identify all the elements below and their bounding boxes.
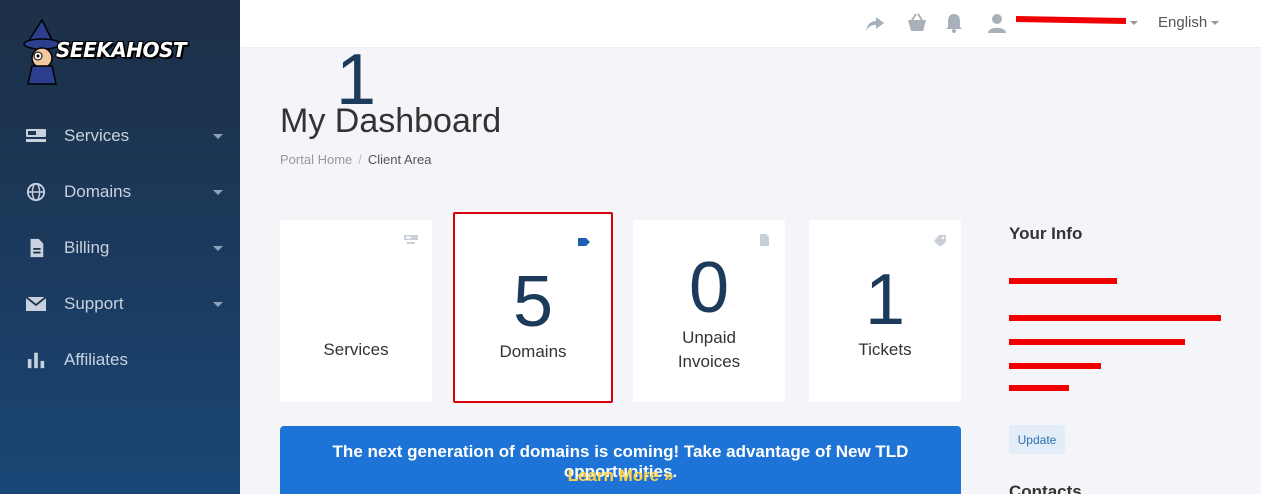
tile-label: Tickets bbox=[858, 340, 912, 359]
your-info-title: Your Info bbox=[1009, 224, 1083, 243]
sidebar-item-label: Affiliates bbox=[64, 350, 128, 369]
chevron-down-icon bbox=[213, 134, 223, 139]
sidebar-item-domains[interactable]: Domains bbox=[0, 170, 240, 214]
breadcrumb-portal-home[interactable]: Portal Home bbox=[280, 152, 352, 167]
redacted-username[interactable] bbox=[1015, 16, 1127, 24]
tile-services[interactable]: 1 Services bbox=[280, 44, 432, 402]
document-icon bbox=[30, 238, 44, 258]
stat-value: 1 bbox=[335, 40, 377, 120]
chevron-down-icon bbox=[213, 302, 223, 307]
share-icon[interactable] bbox=[864, 12, 886, 34]
promo-banner: The next generation of domains is coming… bbox=[280, 426, 961, 494]
redacted-info-line bbox=[1009, 385, 1069, 391]
tile-unpaid-invoices[interactable]: 0 Unpaid Invoices bbox=[633, 220, 785, 402]
tile-label-line-2: Invoices bbox=[677, 352, 741, 371]
server-icon bbox=[26, 129, 46, 142]
tile-label: Services bbox=[323, 340, 389, 359]
sidebar-item-label: Services bbox=[64, 126, 130, 145]
brand-name: SEEKAHOST bbox=[56, 38, 187, 62]
envelope-icon bbox=[25, 296, 47, 311]
sidebar-item-affiliates[interactable]: Affiliates bbox=[0, 338, 240, 382]
breadcrumb-client-area: Client Area bbox=[367, 152, 432, 167]
redacted-info-line bbox=[1009, 339, 1185, 345]
server-icon bbox=[404, 235, 418, 244]
tile-label: Domains bbox=[499, 342, 567, 361]
sidebar-item-support[interactable]: Support bbox=[0, 282, 240, 326]
redacted-info-line bbox=[1009, 363, 1101, 369]
chevron-down-icon bbox=[213, 246, 223, 251]
chevron-down-icon bbox=[1130, 21, 1138, 25]
chevron-down-icon bbox=[213, 190, 223, 195]
language-selector[interactable]: English bbox=[1158, 14, 1207, 31]
breadcrumb: Portal Home / Client Area bbox=[280, 152, 431, 167]
update-button[interactable]: Update bbox=[1009, 425, 1065, 454]
redacted-info-line bbox=[1009, 315, 1221, 321]
tile-tickets[interactable]: 1 Tickets bbox=[809, 220, 961, 402]
sidebar-item-label: Domains bbox=[64, 182, 132, 201]
sidebar-item-billing[interactable]: Billing bbox=[0, 226, 240, 270]
breadcrumb-separator: / bbox=[358, 152, 362, 167]
bell-icon[interactable] bbox=[943, 12, 965, 34]
ticket-icon bbox=[934, 235, 946, 246]
chevron-down-icon bbox=[1211, 21, 1219, 25]
brand-logo[interactable]: SEEKAHOST bbox=[22, 18, 192, 90]
sidebar: SEEKAHOST Services Domains Billing Suppo… bbox=[0, 0, 240, 494]
sidebar-item-label: Billing bbox=[64, 238, 110, 257]
stat-value: 5 bbox=[512, 262, 554, 342]
sidebar-item-label: Support bbox=[64, 294, 124, 313]
document-icon bbox=[760, 234, 769, 246]
stat-value: 0 bbox=[688, 248, 730, 328]
bar-chart-icon bbox=[27, 352, 45, 369]
basket-icon[interactable] bbox=[906, 12, 928, 34]
tag-icon bbox=[578, 238, 590, 246]
redacted-info-line bbox=[1009, 278, 1117, 284]
sidebar-item-services[interactable]: Services bbox=[0, 114, 240, 158]
learn-more-link[interactable]: Learn More » bbox=[280, 466, 961, 486]
top-bar: English bbox=[240, 0, 1261, 47]
stat-value: 1 bbox=[864, 260, 906, 340]
globe-icon bbox=[26, 182, 46, 202]
contacts-title: Contacts bbox=[1009, 482, 1082, 494]
user-icon[interactable] bbox=[986, 12, 1008, 34]
tile-domains[interactable]: 5 Domains bbox=[453, 212, 613, 403]
tile-label-line-1: Unpaid bbox=[682, 328, 736, 347]
